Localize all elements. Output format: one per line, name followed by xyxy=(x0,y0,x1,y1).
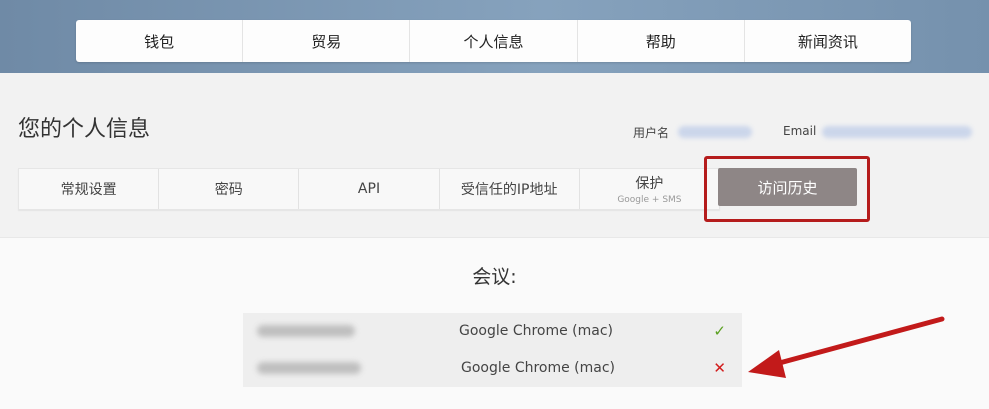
annotation-arrow-icon xyxy=(748,316,945,378)
